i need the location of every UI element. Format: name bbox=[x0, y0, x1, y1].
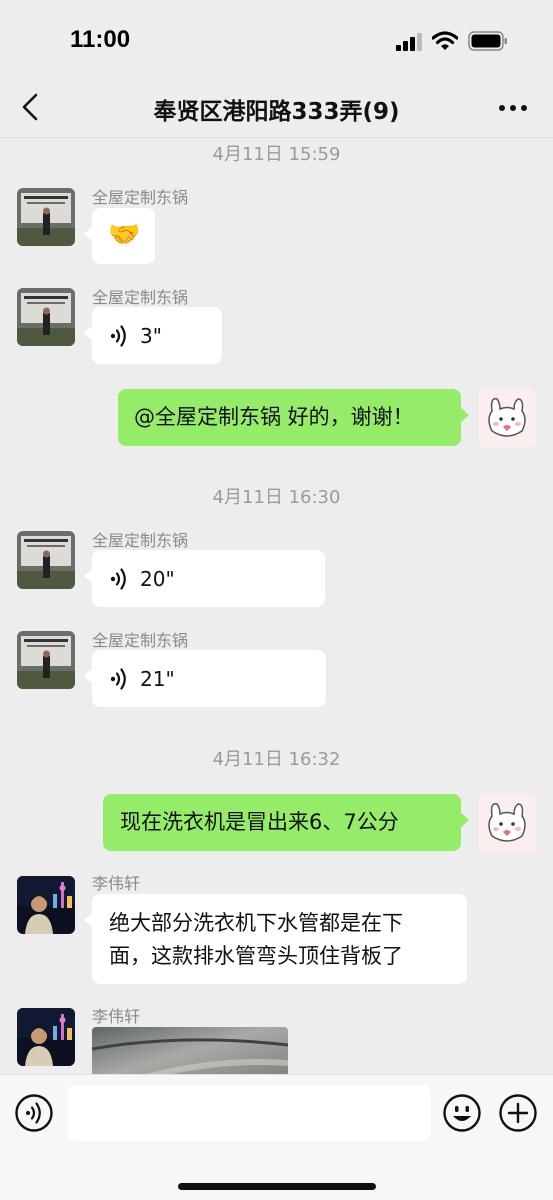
message-text: 现在洗衣机是冒出来6、7公分 bbox=[120, 810, 399, 834]
nav-bar: 奉贤区港阳路333弄(9) bbox=[0, 80, 553, 138]
status-time: 11:00 bbox=[70, 26, 131, 53]
status-bar: 11:00 bbox=[0, 0, 553, 80]
voice-duration: 3" bbox=[140, 324, 162, 348]
sender-name: 李伟轩 bbox=[92, 1007, 141, 1026]
voice-input-toggle-icon[interactable] bbox=[14, 1093, 54, 1133]
more-dots-icon[interactable] bbox=[496, 94, 530, 122]
chat-title: 奉贤区港阳路333弄(9) bbox=[153, 99, 400, 125]
timestamp: 4月11日 15:59 bbox=[212, 144, 341, 165]
battery-icon bbox=[468, 31, 507, 51]
handshake-emoji: 🤝 bbox=[108, 220, 141, 250]
avatar-self[interactable] bbox=[478, 389, 536, 447]
voice-duration: 20" bbox=[140, 567, 175, 591]
avatar-contact-1[interactable] bbox=[17, 531, 75, 589]
image-message[interactable] bbox=[92, 1027, 288, 1074]
message-list[interactable]: 4月11日 15:59 全屋定制东锅 🤝 全屋定制东锅 3" @全屋定制东锅 好… bbox=[0, 138, 553, 1074]
timestamp: 4月11日 16:30 bbox=[212, 487, 341, 508]
sender-name: 全屋定制东锅 bbox=[92, 631, 189, 650]
sender-name: 全屋定制东锅 bbox=[92, 531, 189, 550]
message-bubble[interactable]: 绝大部分洗衣机下水管都是在下 面，这款排水管弯头顶住背板了 bbox=[84, 894, 467, 984]
sender-name: 全屋定制东锅 bbox=[92, 288, 189, 307]
message-text: @全屋定制东锅 好的，谢谢！ bbox=[134, 405, 414, 429]
voice-message-bubble[interactable]: 20" bbox=[84, 550, 325, 607]
home-indicator bbox=[178, 1183, 376, 1190]
voice-wave-icon bbox=[110, 568, 126, 590]
avatar-self[interactable] bbox=[478, 794, 536, 852]
input-bar bbox=[0, 1074, 553, 1200]
voice-duration: 21" bbox=[140, 667, 175, 691]
avatar-contact-1[interactable] bbox=[17, 188, 75, 246]
plus-circle-icon[interactable] bbox=[498, 1093, 538, 1133]
message-text-line: 绝大部分洗衣机下水管都是在下 bbox=[109, 911, 403, 935]
outgoing-message-bubble[interactable]: 现在洗衣机是冒出来6、7公分 bbox=[103, 794, 469, 851]
wifi-icon bbox=[432, 31, 458, 50]
message-text-line: 面，这款排水管弯头顶住背板了 bbox=[109, 944, 403, 968]
timestamp: 4月11日 16:32 bbox=[212, 749, 341, 770]
outgoing-message-bubble[interactable]: @全屋定制东锅 好的，谢谢！ bbox=[118, 389, 469, 446]
voice-wave-icon bbox=[110, 325, 126, 347]
message-bubble-emoji[interactable]: 🤝 bbox=[84, 208, 155, 264]
voice-message-bubble[interactable]: 21" bbox=[84, 650, 326, 707]
message-input[interactable] bbox=[68, 1085, 430, 1141]
chat-screen: 11:00 奉贤区港阳路333弄(9) 4月11日 15:59 全屋定制东锅 🤝… bbox=[0, 0, 553, 1200]
voice-message-bubble[interactable]: 3" bbox=[84, 307, 222, 364]
smiley-icon[interactable] bbox=[442, 1093, 482, 1133]
sender-name: 李伟轩 bbox=[92, 874, 141, 893]
avatar-contact-2[interactable] bbox=[17, 1008, 75, 1066]
avatar-contact-1[interactable] bbox=[17, 288, 75, 346]
avatar-contact-1[interactable] bbox=[17, 631, 75, 689]
avatar-contact-2[interactable] bbox=[17, 876, 75, 934]
sender-name: 全屋定制东锅 bbox=[92, 188, 189, 207]
voice-wave-icon bbox=[110, 668, 126, 690]
cellular-signal-icon bbox=[396, 33, 422, 51]
